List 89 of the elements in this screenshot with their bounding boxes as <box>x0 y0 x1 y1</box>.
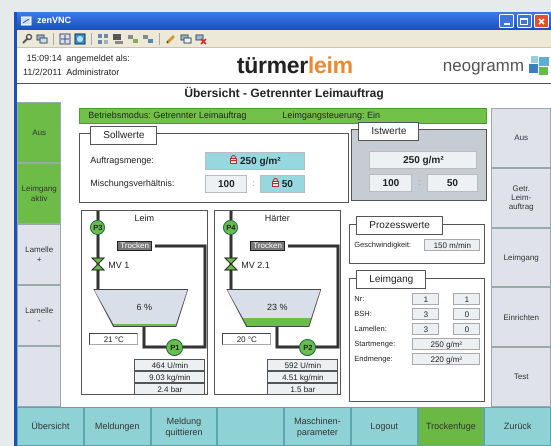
side-button[interactable]: Aus <box>17 102 62 163</box>
value-field: 220 g/m² <box>412 353 480 365</box>
value-field: 150 m/min <box>424 239 480 251</box>
status-label: Trocken <box>117 241 152 251</box>
reading-field: 4.51 kg/min <box>267 371 338 383</box>
user-name: Administrator <box>66 66 120 78</box>
tank-level-text: 6 % <box>136 301 154 314</box>
computer-icon[interactable] <box>112 32 124 44</box>
value-field: 3 <box>412 308 440 320</box>
value-field: 0 <box>453 323 480 335</box>
nav-button[interactable]: Meldung quittieren <box>150 407 218 446</box>
temperature-field: 21 °C <box>89 333 138 345</box>
reading-field: 9.03 kg/min <box>134 371 206 383</box>
reading-field: 464 U/min <box>134 359 206 371</box>
login-label: angemeldet als: <box>66 52 130 65</box>
minimize-icon <box>504 23 510 25</box>
separator: : <box>418 176 421 190</box>
tank-title: Leim <box>134 212 156 225</box>
side-button[interactable]: Getr. Leim- auftrag <box>491 168 551 228</box>
nav-button[interactable]: Zurück <box>484 407 551 446</box>
control-text: Leimgangsteuerung: Ein <box>282 109 380 122</box>
value-field: 250 g/m² <box>205 152 306 170</box>
side-button[interactable]: Einrichten <box>491 287 551 348</box>
value-field: 1 <box>412 293 440 305</box>
pipe <box>230 211 233 220</box>
nav-button[interactable]: Übersicht <box>17 407 84 446</box>
close-icon <box>538 18 545 24</box>
valve-label: MV 2.1 <box>241 259 270 272</box>
pipe <box>230 234 233 289</box>
temperature-field: 20 °C <box>222 333 272 345</box>
window-title: zenVNC <box>37 14 72 28</box>
logo-text: türmerleim <box>236 51 353 80</box>
tank-level-text: 23 % <box>266 301 289 314</box>
value-field: 50 <box>260 175 305 193</box>
disconnect-icon[interactable] <box>195 32 207 44</box>
status-label: Trocken <box>250 241 285 251</box>
side-button[interactable]: Lamelle - <box>17 285 62 346</box>
side-button[interactable]: Test <box>491 347 551 407</box>
panel-title: Prozesswerte <box>356 216 443 235</box>
close-button[interactable] <box>534 14 549 28</box>
move-icon[interactable] <box>59 32 71 44</box>
reading-field: 1.5 bar <box>267 383 338 395</box>
pencil-icon[interactable] <box>165 32 177 44</box>
value-field: 3 <box>412 323 440 335</box>
panel-title: Istwerte <box>358 122 420 141</box>
panel-title: Sollwerte <box>90 126 158 145</box>
pipe <box>96 211 100 220</box>
nav-button[interactable]: Logout <box>350 407 418 446</box>
value-field: 100 <box>205 175 248 193</box>
monitor-icon[interactable] <box>74 32 86 44</box>
minimize-button[interactable] <box>499 14 514 28</box>
pipe <box>96 234 100 289</box>
maximize-icon <box>520 18 528 24</box>
value-field: 1 <box>453 293 480 305</box>
lock-icon <box>230 155 237 164</box>
page-title: Übersicht - Getrennter Leimauftrag <box>183 85 385 102</box>
side-button[interactable]: Lamelle + <box>17 224 62 285</box>
reading-field: 592 U/min <box>267 359 338 371</box>
side-button[interactable]: Leimgang aktiv <box>17 163 62 224</box>
panel-title: Leimgang <box>356 270 426 289</box>
maximize-button[interactable] <box>516 14 532 28</box>
value-field: 0 <box>453 308 480 320</box>
reading-field: 2.4 bar <box>134 383 206 395</box>
side-button[interactable]: Aus <box>491 108 551 168</box>
nav-button[interactable]: Meldungen <box>84 407 150 446</box>
tank-title: Härter <box>264 212 291 225</box>
separator: : <box>252 177 255 190</box>
app-icon <box>21 16 33 26</box>
side-button[interactable]: Leimgang <box>491 228 551 288</box>
value-field: 100 <box>369 174 412 192</box>
cubes-icon <box>527 54 551 78</box>
valve-label: MV 1 <box>108 259 130 272</box>
field-label: Mischungsverhältnis: <box>90 177 176 190</box>
screens-icon[interactable] <box>180 32 192 44</box>
brand-name: neogramm <box>442 54 524 77</box>
valve-icon <box>224 258 238 270</box>
mode-text: Betriebsmodus: Getrennter Leimauftrag <box>88 109 246 122</box>
valve-icon <box>91 258 106 270</box>
grid-icon[interactable] <box>97 32 109 44</box>
value-field: 250 g/m² <box>369 151 478 169</box>
nav-button[interactable]: Maschinen- parameter <box>284 407 351 446</box>
value-field: 50 <box>426 174 478 192</box>
clock-time: 15:09:14 <box>26 52 62 65</box>
nav-button[interactable]: Trockenfuge <box>418 407 484 446</box>
field-label: Auftragsmenge: <box>90 154 155 168</box>
screens-icon[interactable] <box>36 32 48 44</box>
value-field: 250 g/m² <box>412 338 480 350</box>
lock-icon <box>272 178 279 187</box>
date: 11/2/2011 <box>23 66 62 78</box>
